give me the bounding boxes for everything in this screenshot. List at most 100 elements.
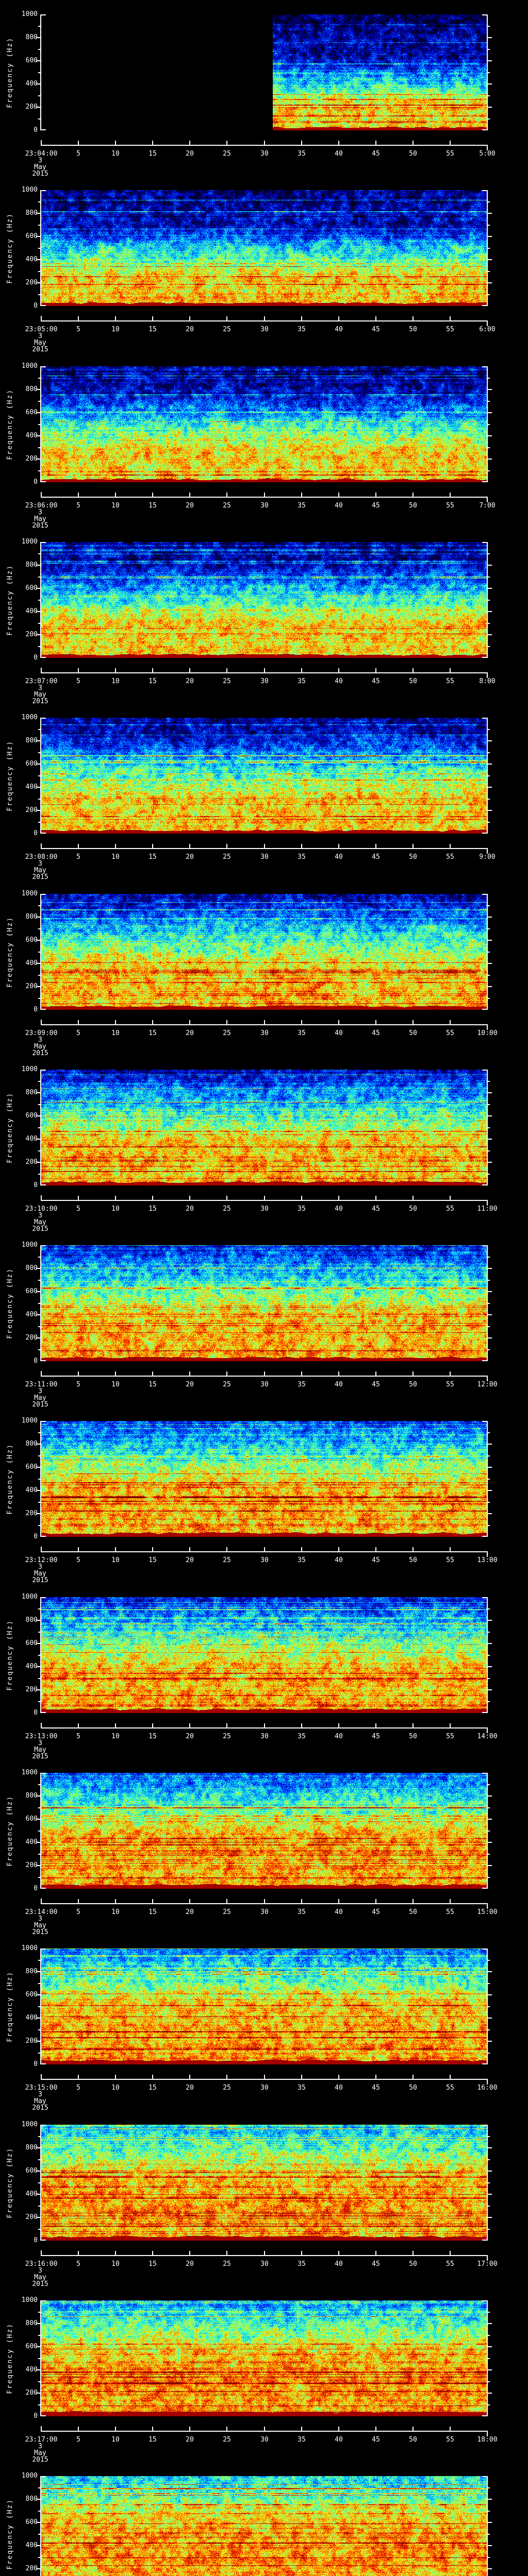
time-tick-label: 45 (372, 677, 380, 685)
time-axis-tick (375, 1371, 376, 1376)
time-tick-label: 45 (372, 1733, 380, 1740)
freq-axis-tick (38, 424, 40, 425)
time-axis-tick (78, 2427, 79, 2431)
time-tick-label: 15 (148, 1381, 157, 1388)
freq-axis-right-tick (488, 49, 490, 50)
time-axis-start-tick (41, 1899, 42, 1904)
time-axis-line (41, 1200, 488, 1201)
time-axis-tick (301, 668, 302, 672)
freq-tick-label: 600 (25, 760, 38, 768)
time-axis-tick (301, 1723, 302, 1727)
freq-axis-tick (38, 1081, 40, 1082)
freq-axis-right-tick (488, 1784, 490, 1785)
time-tick-label: 15 (148, 1556, 157, 1564)
freq-axis-right-tick (488, 1831, 490, 1832)
freq-tick-label: 600 (25, 57, 38, 64)
freq-axis-tick (38, 1174, 40, 1175)
time-tick-label: 10 (111, 2260, 120, 2268)
panel-end-time-label: 8:00 (479, 677, 496, 685)
spectrogram-canvas (41, 542, 487, 658)
freq-axis-tick (38, 2136, 40, 2137)
time-tick-label: 25 (223, 2260, 231, 2268)
time-tick-label: 45 (372, 2436, 380, 2444)
freq-tick-label: 400 (25, 256, 38, 263)
y-axis-right-bottom-cap (482, 1712, 488, 1713)
time-tick-label: 40 (335, 1556, 343, 1564)
time-axis-tick (226, 1547, 227, 1551)
time-tick-label: 10 (111, 1733, 120, 1740)
time-axis-tick (226, 1723, 227, 1727)
freq-tick-label: 800 (25, 1968, 38, 1975)
freq-axis-right-tick (488, 2229, 490, 2230)
freq-axis-right-tick (488, 2545, 492, 2546)
time-axis-tick (412, 493, 414, 497)
y-axis-bottom-cap (40, 1009, 46, 1010)
freq-tick-label: 1000 (21, 1065, 38, 1073)
time-axis-line (41, 672, 488, 673)
freq-axis-right-tick (488, 998, 490, 999)
freq-axis-tick (38, 1502, 40, 1503)
time-tick-label: 10 (111, 502, 120, 510)
freq-tick-label: 600 (25, 1639, 38, 1647)
y-axis-right-top-cap (482, 1773, 488, 1774)
time-axis-tick (152, 1547, 153, 1551)
time-axis-tick (338, 1196, 339, 1200)
freq-axis-right-tick (488, 810, 492, 811)
time-axis-tick (152, 2075, 153, 2079)
y-axis-right-bottom-cap (482, 1888, 488, 1889)
freq-axis-tick (38, 646, 40, 647)
freq-tick-label: 200 (25, 1158, 38, 1166)
time-tick-label: 35 (298, 150, 306, 158)
time-axis-tick (226, 2427, 227, 2431)
y-axis-bottom-cap (40, 833, 46, 834)
time-tick-label: 20 (186, 853, 194, 861)
freq-axis-right-tick (488, 2041, 492, 2042)
y-axis-right-bottom-cap (482, 129, 488, 130)
freq-axis-title-wrap: Frequency (Hz) (5, 366, 14, 482)
time-tick-label: 40 (335, 853, 343, 861)
freq-axis-title-wrap: Frequency (Hz) (5, 1070, 14, 1185)
time-axis-tick (189, 844, 190, 848)
freq-axis-right-tick (488, 1081, 490, 1082)
freq-axis-tick (38, 447, 40, 448)
freq-axis-right-tick (488, 26, 490, 27)
freq-axis-right-tick (488, 1502, 490, 1503)
time-tick-label: 20 (186, 1205, 194, 1213)
freq-tick-label: 1000 (21, 2296, 38, 2304)
freq-axis-right-tick (488, 729, 490, 730)
freq-axis-right-tick (488, 248, 490, 249)
time-axis-tick (301, 316, 302, 320)
freq-axis-right-tick (488, 1971, 492, 1972)
time-tick-label: 10 (111, 1908, 120, 1916)
freq-axis-title: Frequency (Hz) (6, 1971, 14, 2042)
time-axis-tick (264, 2427, 265, 2431)
time-tick-label: 35 (298, 1908, 306, 1916)
y-axis-top-cap (40, 366, 46, 367)
time-axis-tick (264, 493, 265, 497)
y-axis-right-bottom-cap (482, 481, 488, 482)
time-tick-label: 25 (223, 1556, 231, 1564)
time-tick-label: 45 (372, 853, 380, 861)
freq-axis-tick (38, 2335, 40, 2336)
time-axis-tick (412, 2075, 414, 2079)
freq-axis-right-tick (488, 1174, 490, 1175)
freq-axis-right-tick (488, 952, 490, 953)
freq-axis-right-tick (488, 2182, 490, 2183)
time-tick-label: 5 (76, 677, 80, 685)
freq-axis-right-tick (488, 1490, 492, 1491)
time-axis-tick (264, 1020, 265, 1024)
freq-tick-label: 200 (25, 455, 38, 463)
panel-end-time-label: 13:00 (477, 1556, 498, 1564)
freq-axis-right-tick (488, 1854, 490, 1855)
freq-axis-right-tick (488, 378, 490, 379)
freq-axis-right-tick (488, 623, 490, 624)
freq-axis-right-tick (488, 1092, 492, 1093)
time-tick-label: 45 (372, 2260, 380, 2268)
freq-tick-label: 800 (25, 1792, 38, 1800)
time-tick-label: 40 (335, 150, 343, 158)
freq-tick-label: 0 (34, 478, 38, 486)
freq-axis-tick (38, 2404, 40, 2405)
time-tick-label: 30 (260, 2260, 269, 2268)
time-tick-label: 15 (148, 1733, 157, 1740)
freq-axis-title: Frequency (Hz) (6, 2147, 14, 2218)
